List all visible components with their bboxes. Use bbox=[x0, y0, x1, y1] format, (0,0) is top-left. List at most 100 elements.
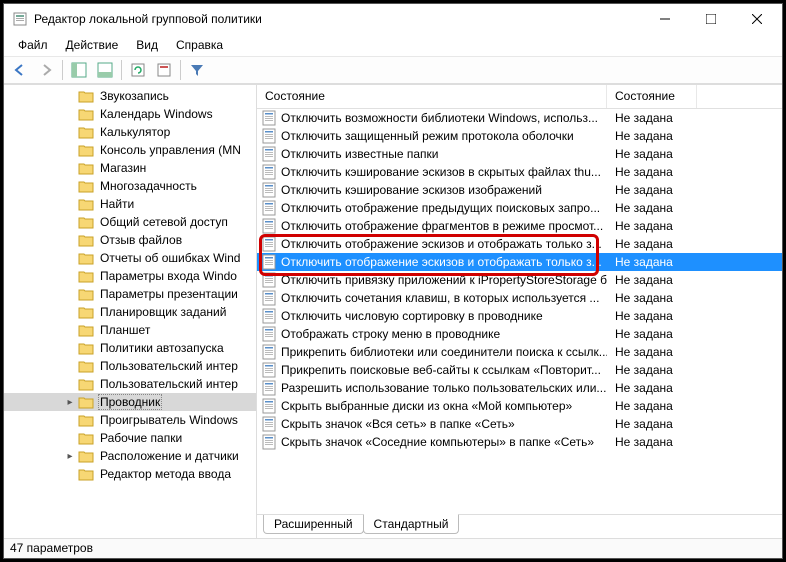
folder-icon bbox=[78, 449, 94, 463]
tree-item[interactable]: Политики автозапуска bbox=[4, 339, 256, 357]
back-button[interactable] bbox=[8, 58, 32, 82]
policy-icon bbox=[261, 434, 277, 450]
row-state: Не задана bbox=[607, 273, 697, 287]
tree-label: Отчеты об ошибках Wind bbox=[98, 251, 242, 265]
row-state: Не задана bbox=[607, 435, 697, 449]
tool-filter-button[interactable] bbox=[185, 58, 209, 82]
tree-label: Редактор метода ввода bbox=[98, 467, 233, 481]
list-row[interactable]: Отключить отображение эскизов и отобража… bbox=[257, 253, 782, 271]
tree-label: Параметры входа Windo bbox=[98, 269, 239, 283]
list-row[interactable]: Отключить возможности библиотеки Windows… bbox=[257, 109, 782, 127]
folder-icon bbox=[78, 431, 94, 445]
tree-item[interactable]: Планировщик заданий bbox=[4, 303, 256, 321]
tree-item[interactable]: Параметры входа Windo bbox=[4, 267, 256, 285]
list-row[interactable]: Разрешить использование только пользоват… bbox=[257, 379, 782, 397]
tree-item[interactable]: Календарь Windows bbox=[4, 105, 256, 123]
menu-file[interactable]: Файл bbox=[10, 36, 56, 54]
tool-export-button[interactable] bbox=[152, 58, 176, 82]
tool-refresh-button[interactable] bbox=[126, 58, 150, 82]
tree-item[interactable]: ▸ Расположение и датчики bbox=[4, 447, 256, 465]
row-name: Отключить кэширование эскизов в скрытых … bbox=[281, 165, 601, 179]
folder-icon bbox=[78, 233, 94, 247]
list-row[interactable]: Скрыть значок «Вся сеть» в папке «Сеть»Н… bbox=[257, 415, 782, 433]
menu-view[interactable]: Вид bbox=[128, 36, 166, 54]
tree-item[interactable]: Пользовательский интер bbox=[4, 375, 256, 393]
tree-item[interactable]: Отзыв файлов bbox=[4, 231, 256, 249]
list-row[interactable]: Скрыть значок «Соседние компьютеры» в па… bbox=[257, 433, 782, 451]
row-name: Разрешить использование только пользоват… bbox=[281, 381, 606, 395]
list-row[interactable]: Отключить отображение фрагментов в режим… bbox=[257, 217, 782, 235]
list-row[interactable]: Отключить известные папкиНе задана bbox=[257, 145, 782, 163]
minimize-button[interactable] bbox=[642, 4, 688, 34]
app-window: Редактор локальной групповой политики Фа… bbox=[3, 3, 783, 559]
list-row[interactable]: Прикрепить библиотеки или соединители по… bbox=[257, 343, 782, 361]
tree-item[interactable]: Консоль управления (MN bbox=[4, 141, 256, 159]
row-name: Отключить отображение эскизов и отобража… bbox=[281, 255, 602, 269]
tree-item[interactable]: Звукозапись bbox=[4, 87, 256, 105]
menu-help[interactable]: Справка bbox=[168, 36, 231, 54]
row-state: Не задана bbox=[607, 237, 697, 251]
tree-item[interactable]: Редактор метода ввода bbox=[4, 465, 256, 483]
folder-icon bbox=[78, 251, 94, 265]
row-name: Отключить сочетания клавиш, в которых ис… bbox=[281, 291, 599, 305]
tree-item[interactable]: Общий сетевой доступ bbox=[4, 213, 256, 231]
list-row[interactable]: Скрыть выбранные диски из окна «Мой комп… bbox=[257, 397, 782, 415]
row-name: Прикрепить библиотеки или соединители по… bbox=[281, 345, 607, 359]
tab-standard[interactable]: Стандартный bbox=[363, 514, 460, 534]
list-row[interactable]: Отключить кэширование эскизов изображени… bbox=[257, 181, 782, 199]
tree-item[interactable]: Рабочие папки bbox=[4, 429, 256, 447]
list-row[interactable]: Отключить отображение эскизов и отобража… bbox=[257, 235, 782, 253]
nav-tree[interactable]: ЗвукозаписьКалендарь Windows Калькулятор К… bbox=[4, 85, 257, 538]
tree-item[interactable]: Найти bbox=[4, 195, 256, 213]
row-state: Не задана bbox=[607, 255, 697, 269]
tree-item[interactable]: Калькулятор bbox=[4, 123, 256, 141]
tree-item[interactable]: Параметры презентации bbox=[4, 285, 256, 303]
tree-item[interactable]: Пользовательский интер bbox=[4, 357, 256, 375]
tree-label: Калькулятор bbox=[98, 125, 172, 139]
policy-icon bbox=[261, 290, 277, 306]
row-state: Не задана bbox=[607, 165, 697, 179]
main-panel: Состояние Состояние Отключить возможност… bbox=[257, 85, 782, 538]
list-row[interactable]: Отключить кэширование эскизов в скрытых … bbox=[257, 163, 782, 181]
folder-icon bbox=[78, 413, 94, 427]
tree-label: Расположение и датчики bbox=[98, 449, 241, 463]
list-row[interactable]: Отключить числовую сортировку в проводни… bbox=[257, 307, 782, 325]
tab-extended[interactable]: Расширенный bbox=[263, 515, 364, 534]
tool-tree-button[interactable] bbox=[67, 58, 91, 82]
expand-icon[interactable]: ▸ bbox=[64, 450, 76, 462]
row-name: Отключить числовую сортировку в проводни… bbox=[281, 309, 543, 323]
row-state: Не задана bbox=[607, 327, 697, 341]
tree-item[interactable]: Магазин bbox=[4, 159, 256, 177]
folder-icon bbox=[78, 323, 94, 337]
row-name: Скрыть выбранные диски из окна «Мой комп… bbox=[281, 399, 572, 413]
list-row[interactable]: Отключить защищенный режим протокола обо… bbox=[257, 127, 782, 145]
close-button[interactable] bbox=[734, 4, 780, 34]
column-state[interactable]: Состояние bbox=[607, 85, 697, 108]
column-name[interactable]: Состояние bbox=[257, 85, 607, 108]
folder-icon bbox=[78, 467, 94, 481]
list-scroll[interactable]: Состояние Состояние Отключить возможност… bbox=[257, 85, 782, 514]
tree-label: Многозадачность bbox=[98, 179, 199, 193]
window-title: Редактор локальной групповой политики bbox=[34, 12, 642, 26]
maximize-button[interactable] bbox=[688, 4, 734, 34]
tool-details-button[interactable] bbox=[93, 58, 117, 82]
row-name: Отключить известные папки bbox=[281, 147, 439, 161]
row-name: Отключить отображение фрагментов в режим… bbox=[281, 219, 603, 233]
row-name: Скрыть значок «Вся сеть» в папке «Сеть» bbox=[281, 417, 515, 431]
list-row[interactable]: Прикрепить поисковые веб-сайты к ссылкам… bbox=[257, 361, 782, 379]
list-row[interactable]: Отображать строку меню в проводникеНе за… bbox=[257, 325, 782, 343]
list-row[interactable]: Отключить привязку приложений к iPropert… bbox=[257, 271, 782, 289]
forward-button[interactable] bbox=[34, 58, 58, 82]
policy-icon bbox=[261, 128, 277, 144]
tree-item[interactable]: Проигрыватель Windows bbox=[4, 411, 256, 429]
menu-action[interactable]: Действие bbox=[58, 36, 127, 54]
expand-icon[interactable]: ▸ bbox=[64, 396, 76, 408]
folder-icon bbox=[78, 359, 94, 373]
tree-item[interactable]: Планшет bbox=[4, 321, 256, 339]
list-row[interactable]: Отключить сочетания клавиш, в которых ис… bbox=[257, 289, 782, 307]
tree-item[interactable]: ▸Проводник bbox=[4, 393, 256, 411]
list-row[interactable]: Отключить отображение предыдущих поисков… bbox=[257, 199, 782, 217]
tree-item[interactable]: Отчеты об ошибках Wind bbox=[4, 249, 256, 267]
menubar: Файл Действие Вид Справка bbox=[4, 34, 782, 56]
tree-item[interactable]: Многозадачность bbox=[4, 177, 256, 195]
